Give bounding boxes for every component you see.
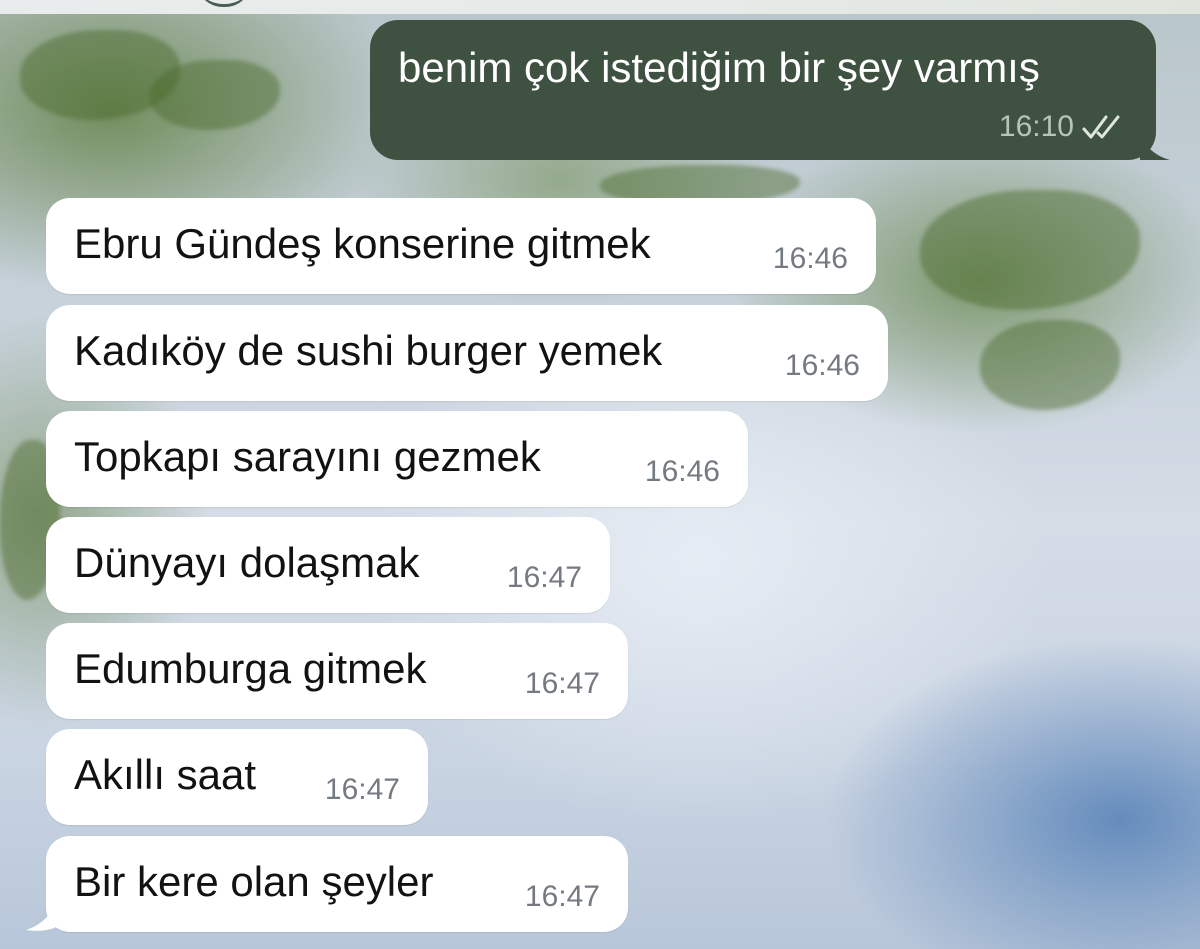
wallpaper-leaf <box>980 320 1120 410</box>
wallpaper-leaf <box>920 190 1140 310</box>
incoming-bubble-tail <box>26 896 58 931</box>
outgoing-message-time: 16:10 <box>998 110 1074 143</box>
wallpaper-leaf <box>150 60 280 130</box>
incoming-message-bubble[interactable]: Edumburga gitmek 16:47 <box>46 623 628 719</box>
incoming-message-text: Dünyayı dolaşmak <box>74 539 420 586</box>
incoming-message-text: Bir kere olan şeyler <box>74 858 434 905</box>
incoming-message-time: 16:47 <box>524 667 600 700</box>
incoming-message-bubble[interactable]: Kadıköy de sushi burger yemek 16:46 <box>46 305 888 401</box>
incoming-message-text: Akıllı saat <box>74 751 257 798</box>
incoming-message-time: 16:46 <box>772 242 848 275</box>
incoming-message-text: Ebru Gündeş konserine gitmek <box>74 220 651 267</box>
incoming-message-bubble[interactable]: Topkapı sarayını gezmek 16:46 <box>46 411 748 507</box>
incoming-message-bubble[interactable]: Dünyayı dolaşmak 16:47 <box>46 517 610 613</box>
outgoing-bubble-tail <box>1140 136 1170 160</box>
outgoing-message-meta: 16:10 <box>999 110 1126 144</box>
double-check-icon <box>1082 115 1120 139</box>
outgoing-message-text: benim çok istediğim bir şey varmış <box>398 44 1040 91</box>
incoming-message-time: 16:47 <box>324 773 400 806</box>
incoming-message-text: Edumburga gitmek <box>74 645 427 692</box>
incoming-message-text: Kadıköy de sushi burger yemek <box>74 327 663 374</box>
incoming-message-text: Topkapı sarayını gezmek <box>74 433 541 480</box>
incoming-message-time: 16:47 <box>524 880 600 913</box>
incoming-message-time: 16:46 <box>644 455 720 488</box>
top-edge <box>0 0 1200 14</box>
incoming-message-time: 16:47 <box>506 561 582 594</box>
incoming-message-bubble[interactable]: Akıllı saat 16:47 <box>46 729 428 825</box>
outgoing-message-bubble[interactable]: benim çok istediğim bir şey varmış 16:10 <box>370 20 1156 160</box>
incoming-message-bubble[interactable]: Ebru Gündeş konserine gitmek 16:46 <box>46 198 876 294</box>
incoming-message-time: 16:46 <box>784 349 860 382</box>
incoming-message-bubble[interactable]: Bir kere olan şeyler 16:47 <box>46 836 628 932</box>
